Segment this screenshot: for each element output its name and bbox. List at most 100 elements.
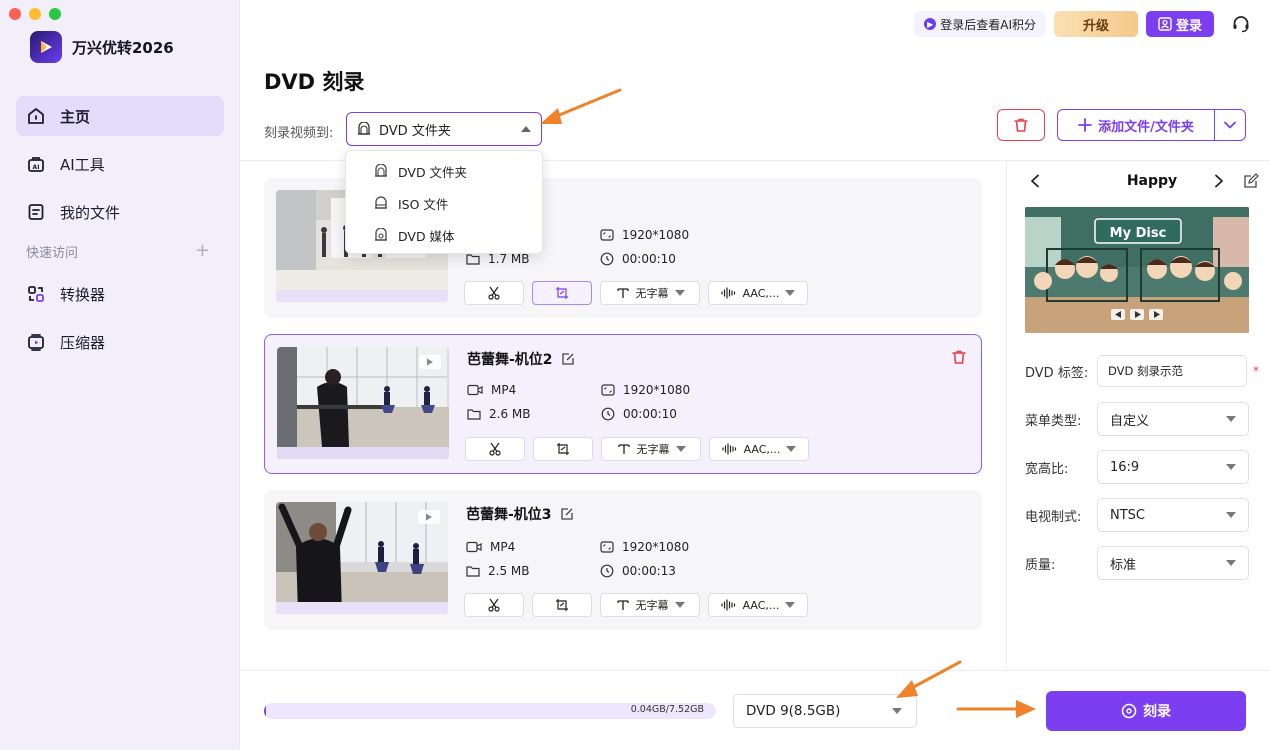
video-icon [466, 541, 482, 553]
sidebar-item-compressor[interactable]: 压缩器 [16, 322, 224, 362]
tv-standard-select[interactable]: NTSC [1097, 498, 1249, 532]
compressor-icon [24, 330, 48, 354]
resolution-icon [600, 541, 614, 553]
app-logo-icon [30, 31, 62, 63]
resolution-icon [600, 229, 614, 241]
minimize-window-button[interactable] [29, 8, 41, 20]
chevron-left-icon[interactable] [1029, 174, 1041, 188]
file-resolution: 1920*1080 [600, 228, 689, 242]
headset-icon[interactable] [1228, 11, 1254, 37]
delete-file-button[interactable] [951, 349, 967, 369]
file-duration: 00:00:13 [600, 564, 676, 578]
caret-down-icon [1226, 560, 1236, 566]
folder-icon [466, 566, 480, 577]
page-title: DVD 刻录 [264, 70, 365, 94]
video-icon [467, 384, 483, 396]
caret-down-icon [892, 708, 902, 714]
add-files-button[interactable]: 添加文件/文件夹 [1058, 110, 1215, 140]
file-name-text: 芭蕾舞-机位2 [467, 352, 553, 368]
burn-button[interactable]: 刻录 [1046, 691, 1246, 731]
clock-icon [600, 252, 614, 266]
file-tools: 无字幕 AAC,... [464, 593, 808, 617]
dvd-label-input[interactable]: DVD 刻录示范 [1097, 355, 1247, 387]
maximize-window-button[interactable] [49, 8, 61, 20]
audio-select[interactable]: AAC,... [709, 437, 809, 461]
file-card-2[interactable]: 芭蕾舞-机位2 MP4 2.6 MB 1920*1080 00:00:10 无字… [264, 334, 982, 474]
audio-wave-icon [720, 599, 735, 611]
sidebar-item-converter[interactable]: 转换器 [16, 274, 224, 314]
file-resolution-text: 1920*1080 [622, 540, 690, 554]
file-duration-text: 00:00:13 [622, 564, 676, 578]
disc-usage-text: 0.04GB/7.52GB [630, 704, 704, 715]
resolution-icon [601, 384, 615, 396]
sidebar-item-home[interactable]: 主页 [16, 96, 224, 136]
file-name: 芭蕾舞-机位2 [467, 349, 575, 369]
crop-button[interactable] [532, 281, 592, 305]
burn-target-menu: DVD 文件夹 ISO 文件 DVD 媒体 [345, 150, 543, 254]
burn-target-select[interactable]: DVD 文件夹 [346, 112, 542, 146]
menu-item-dvd-folder[interactable]: DVD 文件夹 [346, 155, 542, 187]
crop-button[interactable] [532, 593, 592, 617]
disc-usage-bar: 0.04GB/7.52GB [264, 703, 716, 719]
menu-item-dvd-media[interactable]: DVD 媒体 [346, 219, 542, 251]
video-thumbnail [276, 502, 448, 614]
play-icon[interactable] [418, 510, 440, 524]
chevron-right-icon[interactable] [1213, 174, 1225, 188]
file-resolution: 1920*1080 [600, 540, 689, 554]
crop-button[interactable] [533, 437, 593, 461]
file-format: MP4 [466, 540, 515, 554]
iso-file-icon [375, 196, 387, 209]
chevron-down-icon [1224, 121, 1236, 129]
trim-button[interactable] [464, 281, 524, 305]
audio-select[interactable]: AAC,... [708, 593, 808, 617]
trim-button[interactable] [465, 437, 525, 461]
clock-icon [600, 564, 614, 578]
login-button[interactable]: 登录 [1146, 11, 1214, 37]
file-format: MP4 [467, 383, 516, 397]
text-icon [617, 444, 630, 454]
converter-icon [24, 282, 48, 306]
template-panel: Happy My Disc DVD 标签: DVD 刻录示范 * 菜单类型: 自… [1006, 160, 1270, 670]
menu-type-select[interactable]: 自定义 [1097, 402, 1249, 436]
subtitle-select[interactable]: 无字幕 [600, 281, 700, 305]
window-controls [9, 8, 61, 20]
file-resolution-text: 1920*1080 [622, 228, 690, 242]
sidebar-item-my-files[interactable]: 我的文件 [16, 192, 224, 232]
ai-credit-label: 登录后查看AI积分 [940, 17, 1036, 32]
dvd-label-field: DVD 标签: DVD 刻录示范 * [1025, 355, 1259, 387]
trim-button[interactable] [464, 593, 524, 617]
menu-item-iso-file[interactable]: ISO 文件 [346, 187, 542, 219]
edit-icon[interactable] [560, 507, 574, 521]
preview-title: My Disc [1110, 226, 1167, 241]
template-header-actions [1213, 173, 1259, 189]
add-quick-access-icon[interactable]: + [195, 242, 210, 260]
add-files-dropdown-button[interactable] [1215, 110, 1245, 140]
upgrade-button[interactable]: 升级 [1054, 11, 1138, 37]
aspect-label: 宽高比: [1025, 461, 1069, 477]
sidebar-item-ai-tools[interactable]: AI AI工具 [16, 144, 224, 184]
delete-all-button[interactable] [997, 109, 1045, 141]
trash-icon [952, 350, 966, 364]
dvd-folder-icon [375, 164, 387, 177]
caret-down-icon [675, 446, 686, 452]
ai-credit-button[interactable]: ▶ 登录后查看AI积分 [914, 11, 1046, 37]
subtitle-select[interactable]: 无字幕 [601, 437, 701, 461]
file-duration: 00:00:10 [601, 407, 677, 421]
play-icon[interactable] [419, 355, 441, 369]
aspect-select[interactable]: 16:9 [1097, 450, 1249, 484]
caret-down-icon [785, 290, 796, 296]
file-format-text: MP4 [491, 383, 517, 397]
file-size-text: 2.6 MB [489, 407, 531, 421]
file-card-3[interactable]: 芭蕾舞-机位3 MP4 2.5 MB 1920*1080 00:00:13 无字… [264, 490, 982, 630]
audio-select[interactable]: AAC,... [708, 281, 808, 305]
required-marker: * [1253, 364, 1259, 378]
quality-value: 标准 [1110, 557, 1137, 573]
quality-select[interactable]: 标准 [1097, 546, 1249, 580]
edit-template-icon[interactable] [1243, 173, 1259, 189]
edit-icon[interactable] [561, 352, 575, 366]
close-window-button[interactable] [9, 8, 21, 20]
user-icon [1158, 17, 1172, 31]
subtitle-select[interactable]: 无字幕 [600, 593, 700, 617]
file-duration-text: 00:00:10 [622, 252, 676, 266]
ai-tools-icon: AI [24, 152, 48, 176]
